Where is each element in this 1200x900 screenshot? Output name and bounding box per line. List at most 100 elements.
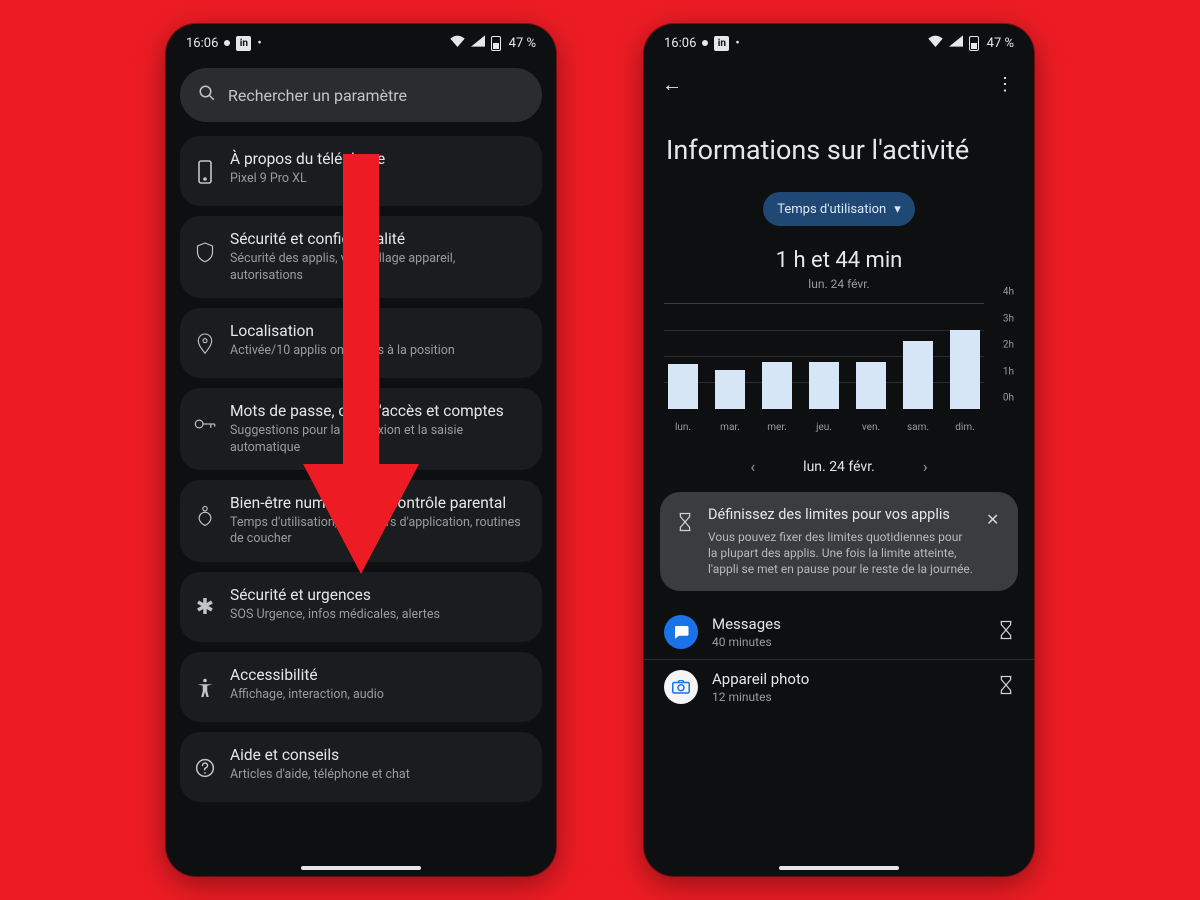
app-name: Messages xyxy=(712,615,984,633)
signal-icon xyxy=(949,35,963,51)
gesture-nav-bar[interactable] xyxy=(779,866,899,870)
metric-selector-chip[interactable]: Temps d'utilisation ▾ xyxy=(763,192,914,226)
linkedin-notification-icon: in xyxy=(714,36,729,51)
page-title: Informations sur l'activité xyxy=(666,134,1018,166)
wifi-icon xyxy=(928,35,943,51)
chart-ytick: 2h xyxy=(1003,340,1014,351)
settings-item-subtitle: Activée/10 applis ont accès à la positio… xyxy=(230,343,526,359)
battery-percent: 47 % xyxy=(987,36,1014,51)
settings-item-title: Mots de passe, clés d'accès et comptes xyxy=(230,402,526,421)
chart-xtick: ven. xyxy=(856,422,886,433)
banner-body: Vous pouvez fixer des limites quotidienn… xyxy=(708,529,974,578)
settings-item-title: Accessibilité xyxy=(230,666,526,685)
settings-item-title: Sécurité et urgences xyxy=(230,586,526,605)
chip-label: Temps d'utilisation xyxy=(777,202,886,217)
battery-percent: 47 % xyxy=(509,36,536,51)
set-limits-banner[interactable]: Définissez des limites pour vos applis V… xyxy=(660,492,1018,591)
date-nav-label: lun. 24 févr. xyxy=(803,459,875,475)
chart-xtick: sam. xyxy=(903,422,933,433)
chart-ytick: 1h xyxy=(1003,366,1014,377)
shield-icon xyxy=(194,232,216,272)
chevron-down-icon: ▾ xyxy=(894,202,901,217)
summary-date: lun. 24 févr. xyxy=(660,277,1018,291)
chart-bar[interactable] xyxy=(809,362,839,410)
accessibility-icon xyxy=(194,668,216,708)
notification-dot-icon xyxy=(702,40,708,46)
notification-dot-icon xyxy=(224,40,230,46)
settings-item-safety-emergency[interactable]: ✱ Sécurité et urgences SOS Urgence, info… xyxy=(180,572,542,642)
status-bar: 16:06 in • 47 % xyxy=(644,24,1034,58)
location-pin-icon xyxy=(194,324,216,364)
app-name: Appareil photo xyxy=(712,670,984,688)
chart-bar[interactable] xyxy=(856,362,886,410)
app-usage-duration: 12 minutes xyxy=(712,690,984,704)
chart-ytick: 4h xyxy=(1003,287,1014,298)
set-timer-button[interactable] xyxy=(998,675,1014,699)
chart-bar[interactable] xyxy=(950,330,980,410)
settings-search[interactable]: Rechercher un paramètre xyxy=(180,68,542,122)
phone-activity: 16:06 in • 47 % ← ⋮ Informations sur l'a… xyxy=(644,24,1034,876)
status-time: 16:06 xyxy=(186,36,218,51)
status-bar: 16:06 in • 47 % xyxy=(166,24,556,58)
chart-bar[interactable] xyxy=(715,370,745,410)
key-icon xyxy=(194,404,216,444)
set-timer-button[interactable] xyxy=(998,620,1014,644)
settings-item-accessibility[interactable]: Accessibilité Affichage, interaction, au… xyxy=(180,652,542,722)
settings-item-title: Aide et conseils xyxy=(230,746,526,765)
chart-xtick: lun. xyxy=(668,422,698,433)
messages-app-icon xyxy=(664,615,698,649)
back-button[interactable]: ← xyxy=(662,72,682,97)
linkedin-notification-icon: in xyxy=(236,36,251,51)
prev-day-button[interactable]: ‹ xyxy=(750,457,755,476)
app-usage-row-messages[interactable]: Messages 40 minutes xyxy=(660,605,1018,659)
chart-ytick: 3h xyxy=(1003,313,1014,324)
settings-item-subtitle: Affichage, interaction, audio xyxy=(230,687,526,703)
wellbeing-icon xyxy=(194,496,216,536)
settings-item-subtitle: Suggestions pour la connexion et la sais… xyxy=(230,423,526,456)
settings-item-subtitle: Sécurité des applis, verrouillage appare… xyxy=(230,251,526,284)
banner-title: Définissez des limites pour vos applis xyxy=(708,506,974,524)
next-day-button[interactable]: › xyxy=(923,457,928,476)
camera-app-icon xyxy=(664,670,698,704)
settings-item-help[interactable]: Aide et conseils Articles d'aide, téléph… xyxy=(180,732,542,802)
more-notifications-icon: • xyxy=(735,36,739,51)
settings-item-subtitle: SOS Urgence, infos médicales, alertes xyxy=(230,607,526,623)
settings-item-title: Bien-être numérique et contrôle parental xyxy=(230,494,526,513)
wifi-icon xyxy=(450,35,465,51)
settings-item-title: Sécurité et confidentialité xyxy=(230,230,526,249)
chart-xtick: mar. xyxy=(715,422,745,433)
app-usage-duration: 40 minutes xyxy=(712,635,984,649)
settings-item-about-phone[interactable]: À propos du téléphone Pixel 9 Pro XL xyxy=(180,136,542,206)
settings-item-digital-wellbeing[interactable]: Bien-être numérique et contrôle parental… xyxy=(180,480,542,562)
settings-item-subtitle: Articles d'aide, téléphone et chat xyxy=(230,767,526,783)
overflow-menu-button[interactable]: ⋮ xyxy=(996,74,1016,95)
settings-item-title: À propos du téléphone xyxy=(230,150,526,169)
chart-ytick: 0h xyxy=(1003,393,1014,404)
chart-bar[interactable] xyxy=(762,362,792,410)
app-usage-row-camera[interactable]: Appareil photo 12 minutes xyxy=(660,660,1018,714)
asterisk-icon: ✱ xyxy=(194,588,216,628)
phone-settings: 16:06 in • 47 % Rechercher un paramètre xyxy=(166,24,556,876)
usage-bar-chart[interactable]: 0h1h2h3h4h lun.mar.mer.jeu.ven.sam.dim. xyxy=(664,303,1014,433)
settings-item-security-privacy[interactable]: Sécurité et confidentialité Sécurité des… xyxy=(180,216,542,298)
battery-icon xyxy=(491,36,501,51)
search-icon xyxy=(198,84,216,106)
summary-duration: 1 h et 44 min xyxy=(660,248,1018,273)
chart-bar[interactable] xyxy=(668,364,698,409)
gesture-nav-bar[interactable] xyxy=(301,866,421,870)
search-placeholder: Rechercher un paramètre xyxy=(228,86,407,105)
settings-item-subtitle: Temps d'utilisation, minuteurs d'applica… xyxy=(230,515,526,548)
battery-icon xyxy=(969,36,979,51)
settings-item-subtitle: Pixel 9 Pro XL xyxy=(230,171,526,187)
status-time: 16:06 xyxy=(664,36,696,51)
phone-info-icon xyxy=(194,152,216,192)
settings-item-title: Localisation xyxy=(230,322,526,341)
hourglass-icon xyxy=(674,512,696,532)
banner-dismiss-button[interactable]: ✕ xyxy=(986,510,1004,529)
more-notifications-icon: • xyxy=(257,36,261,51)
chart-xtick: jeu. xyxy=(809,422,839,433)
chart-bar[interactable] xyxy=(903,341,933,410)
settings-item-location[interactable]: Localisation Activée/10 applis ont accès… xyxy=(180,308,542,378)
help-icon xyxy=(194,748,216,788)
settings-item-passwords-accounts[interactable]: Mots de passe, clés d'accès et comptes S… xyxy=(180,388,542,470)
